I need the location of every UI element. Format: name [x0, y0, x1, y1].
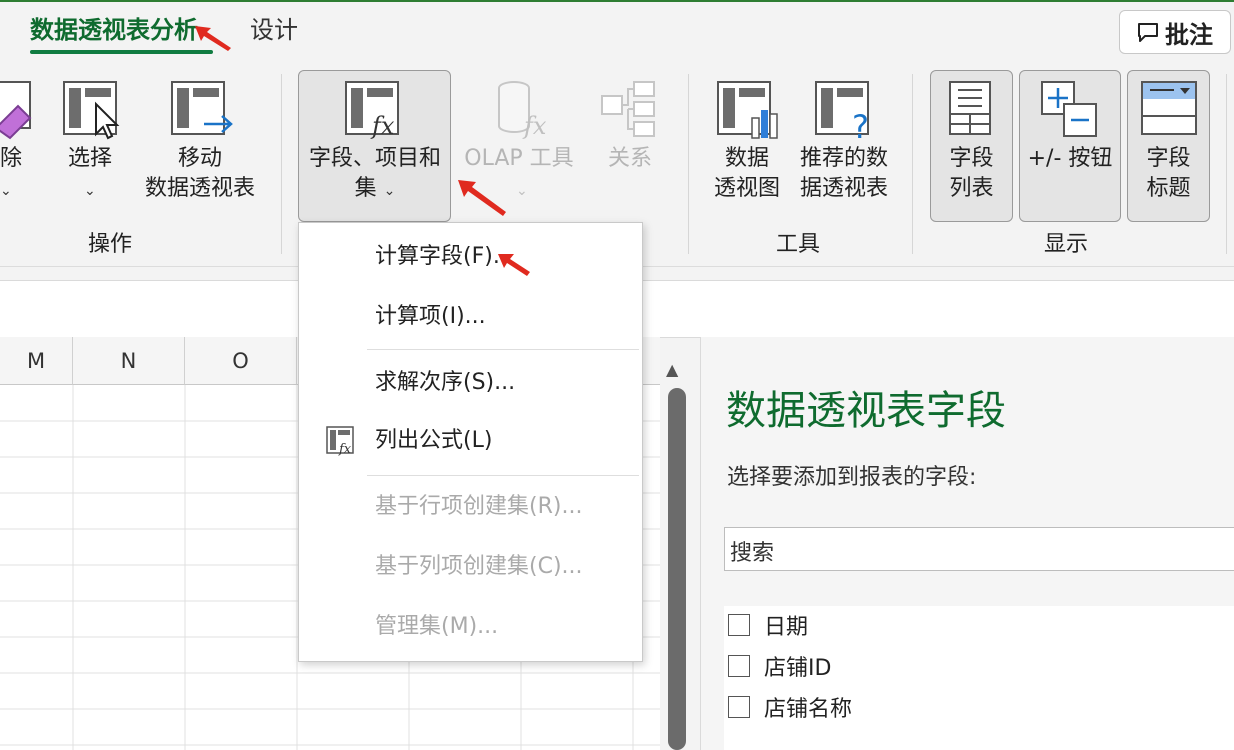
fields-items-sets-label-2: 集 — [354, 176, 377, 201]
column-header-o[interactable]: O — [185, 337, 297, 385]
tab-design[interactable]: 设计 — [250, 14, 298, 46]
field-checkbox[interactable] — [728, 655, 750, 677]
svg-text:fx: fx — [522, 112, 547, 140]
field-headers-icon — [1141, 81, 1197, 135]
annotation-arrow-menu-icon — [498, 254, 530, 276]
vertical-scrollbar[interactable] — [668, 388, 686, 750]
pane-subtitle: 选择要添加到报表的字段: — [727, 465, 977, 490]
clear-button-label: 除 — [0, 146, 23, 171]
fields-items-sets-label: 字段、项目和 集 ⌄ — [300, 144, 450, 206]
field-search-placeholder: 搜索 — [730, 541, 775, 566]
annotation-arrow-tab-icon — [195, 26, 231, 51]
pivotchart-icon — [717, 81, 778, 139]
field-checkbox[interactable] — [728, 614, 750, 636]
pane-title: 数据透视表字段 — [726, 388, 1006, 434]
move-pivottable-label-1: 移动 — [177, 146, 222, 171]
clear-icon — [0, 81, 32, 140]
field-item-label: 日期 — [764, 615, 809, 640]
select-chevron-icon[interactable]: ⌄ — [84, 176, 96, 206]
menu-item-create-set-columns[interactable]: 基于列项创建集(C)... — [375, 551, 583, 583]
field-headers-label-1: 字段 — [1146, 146, 1191, 171]
move-pivottable-icon — [171, 81, 233, 135]
menu-item-calculated-item[interactable]: 计算项(I)... — [375, 301, 486, 333]
field-list-label-1: 字段 — [949, 146, 994, 171]
field-headers-label: 字段 标题 — [1127, 144, 1210, 204]
field-checkbox[interactable] — [728, 696, 750, 718]
menu-separator — [367, 475, 639, 476]
tab-pivottable-analyze[interactable]: 数据透视表分析 — [30, 14, 198, 46]
relationships-label: 关系 — [607, 146, 652, 171]
active-tab-underline — [30, 50, 213, 54]
column-header-n[interactable]: N — [73, 337, 185, 385]
pivotchart-button[interactable]: 数据 透视图 — [704, 144, 790, 204]
group-label-actions: 操作 — [88, 232, 133, 257]
select-button[interactable]: 选择 — [62, 144, 118, 174]
field-list: 日期 店铺ID 店铺名称 — [724, 606, 1234, 750]
svg-text:?: ? — [852, 108, 869, 142]
move-pivottable-button[interactable]: 移动 数据透视表 — [140, 144, 260, 204]
clear-button[interactable]: 除 — [0, 144, 22, 174]
menu-separator — [367, 349, 639, 350]
recommended-pivottables-label-2: 据透视表 — [799, 176, 888, 201]
olap-tools-chevron-icon: ⌄ — [516, 183, 528, 199]
menu-item-calculated-field[interactable]: 计算字段(F)... — [375, 241, 514, 273]
comments-button[interactable]: 批注 — [1119, 10, 1231, 54]
svg-text:fx: fx — [370, 112, 395, 140]
clear-chevron-icon[interactable]: ⌄ — [0, 176, 12, 206]
menu-item-list-formulas[interactable]: 列出公式(L) — [375, 425, 492, 457]
menu-item-manage-sets[interactable]: 管理集(M)... — [375, 611, 498, 643]
comment-icon — [1138, 23, 1158, 42]
group-separator — [688, 74, 689, 254]
group-separator — [1226, 74, 1227, 254]
group-label-show: 显示 — [1044, 232, 1089, 257]
column-header-m[interactable]: M — [0, 337, 73, 385]
field-item[interactable]: 日期 — [728, 610, 808, 640]
group-separator — [281, 74, 282, 254]
column-header-m-label: M — [26, 349, 46, 373]
column-header-o-label: O — [232, 349, 249, 373]
scroll-up-arrow-icon[interactable]: ▲ — [666, 360, 678, 379]
relationships-button[interactable]: 关系 — [604, 144, 656, 174]
olap-tools-icon: fx — [498, 81, 547, 140]
column-header-n-label: N — [120, 349, 137, 373]
group-label-tools: 工具 — [776, 232, 821, 257]
menu-item-solve-order[interactable]: 求解次序(S)... — [375, 367, 515, 399]
annotation-arrow-ribbon-icon — [458, 180, 506, 216]
relationships-icon — [601, 81, 655, 137]
svg-text:fx: fx — [338, 442, 352, 457]
plus-minus-buttons-label: +/- 按钮 — [1027, 146, 1113, 171]
menu-item-create-set-rows[interactable]: 基于行项创建集(R)... — [375, 491, 582, 523]
select-button-label: 选择 — [67, 146, 112, 171]
comments-button-label: 批注 — [1165, 20, 1213, 49]
pivotchart-label-2: 透视图 — [713, 176, 780, 201]
recommended-pivottables-button[interactable]: 推荐的数 据透视表 — [792, 144, 896, 204]
fields-items-sets-chevron-icon: ⌄ — [383, 183, 396, 199]
move-pivottable-label-2: 数据透视表 — [144, 176, 255, 201]
plus-minus-icon — [1041, 81, 1097, 137]
field-item[interactable]: 店铺ID — [728, 651, 831, 681]
pivotchart-label-1: 数据 — [724, 146, 769, 171]
field-item[interactable]: 店铺名称 — [728, 692, 852, 722]
field-headers-label-2: 标题 — [1146, 176, 1191, 201]
field-search-input[interactable]: 搜索 — [724, 527, 1234, 571]
fields-items-sets-menu: 计算字段(F)... 计算项(I)... 求解次序(S)... fx 列出公式(… — [298, 222, 643, 662]
field-list-label-2: 列表 — [949, 176, 994, 201]
olap-tools-label: OLAP 工具 — [464, 146, 574, 171]
list-formulas-icon: fx — [326, 426, 354, 457]
field-list-icon — [949, 81, 991, 135]
field-list-label: 字段 列表 — [930, 144, 1013, 204]
field-item-label: 店铺名称 — [764, 697, 853, 722]
recommended-pivottables-label-1: 推荐的数 — [799, 146, 888, 171]
olap-tools-button[interactable]: OLAP 工具 — [460, 144, 578, 174]
recommended-pivottables-icon: ? — [815, 81, 869, 142]
field-item-label: 店铺ID — [764, 656, 832, 681]
fields-items-sets-icon: fx — [345, 81, 399, 140]
fields-items-sets-label-1: 字段、项目和 — [308, 146, 441, 171]
group-separator — [912, 74, 913, 254]
select-icon — [63, 81, 120, 140]
